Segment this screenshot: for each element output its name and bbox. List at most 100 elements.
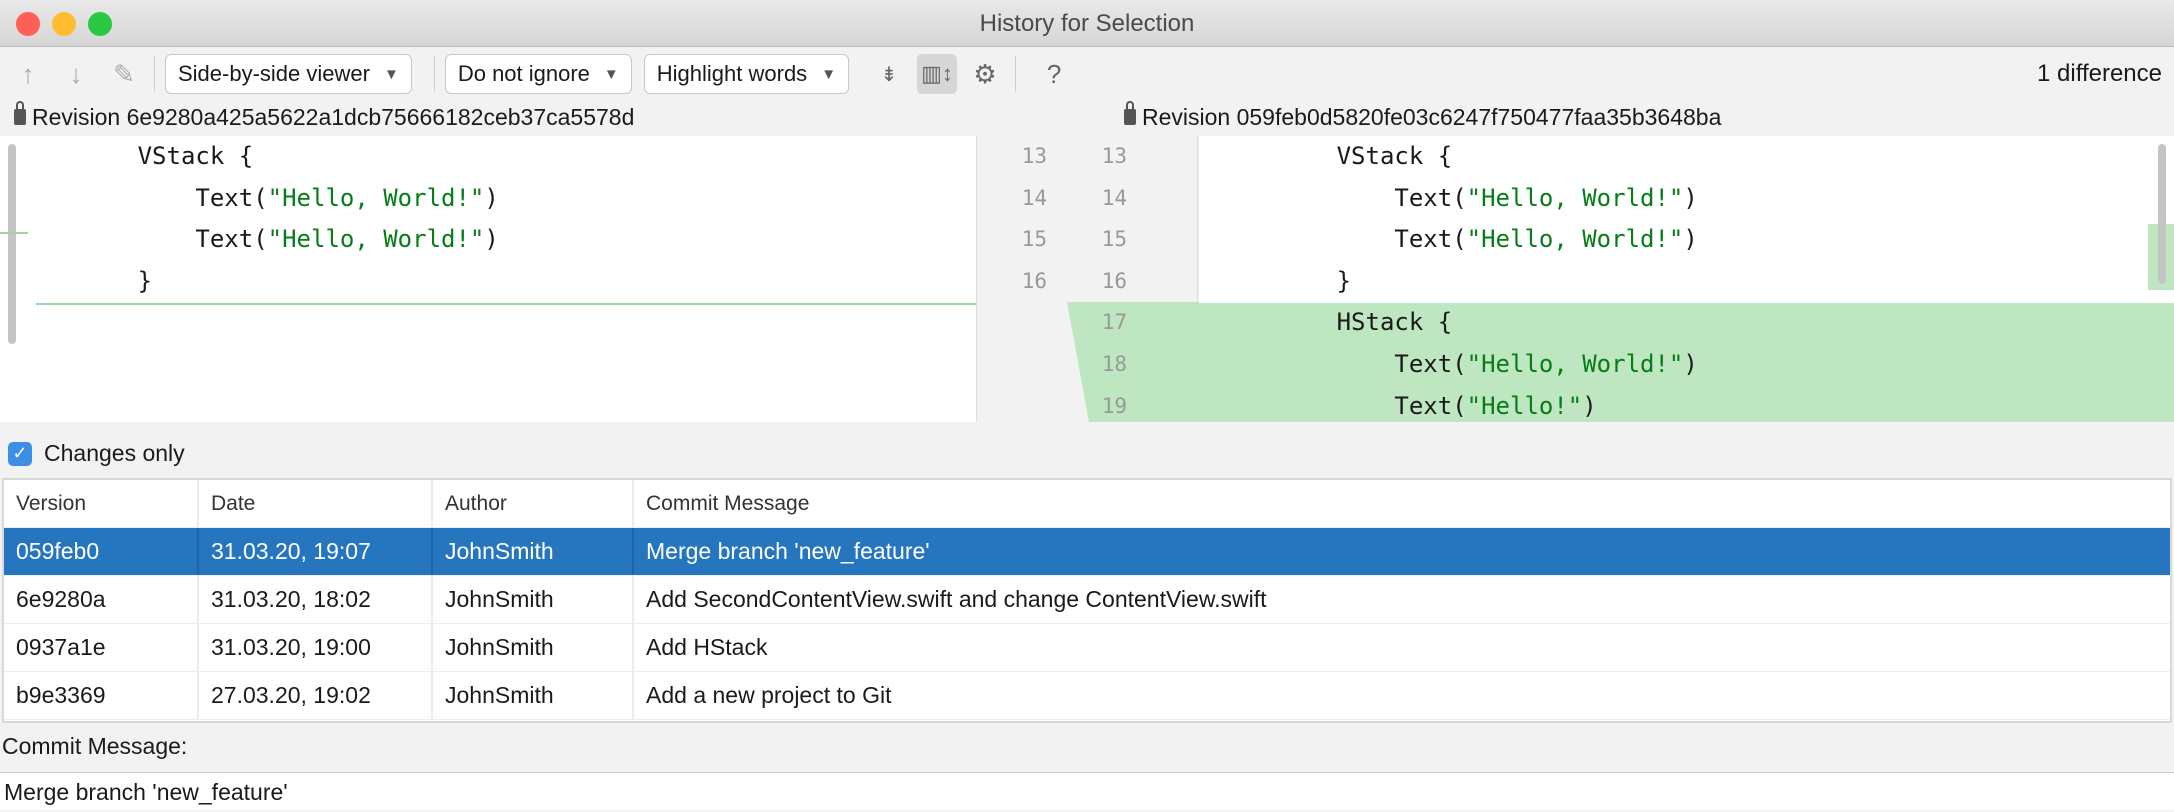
message-cell: Add HStack	[646, 634, 768, 660]
divider	[154, 56, 155, 92]
code-text: VStack {	[1336, 142, 1453, 170]
minimize-window-button[interactable]	[52, 12, 76, 36]
code-text: Text(	[1394, 349, 1467, 378]
version-cell: 0937a1e	[4, 624, 199, 671]
table-header: Version Date Author Commit Message	[4, 480, 2170, 528]
right-line-number: 15	[1101, 227, 1127, 252]
changes-only-label: Changes only	[44, 440, 185, 466]
date-cell: 31.03.20, 19:07	[199, 528, 433, 575]
version-cell: b9e3369	[4, 672, 199, 719]
table-row[interactable]: b9e3369 27.03.20, 19:02 JohnSmith Add a …	[4, 672, 2170, 720]
column-header-commit-message[interactable]: Commit Message	[634, 480, 2170, 527]
left-scrollbar[interactable]	[8, 144, 16, 344]
gear-icon[interactable]: ⚙	[965, 54, 1005, 94]
left-line-number: 15	[1021, 227, 1047, 252]
right-line-number: 16	[1101, 268, 1127, 293]
right-line-number: 13	[1101, 144, 1127, 168]
right-line-number: 19	[1101, 393, 1127, 418]
table-row[interactable]: 6e9280a 31.03.20, 18:02 JohnSmith Add Se…	[4, 576, 2170, 624]
column-header-date[interactable]: Date	[199, 480, 433, 527]
code-line: }	[1199, 261, 2174, 303]
ignore-select[interactable]: Do not ignore ▼	[444, 54, 632, 94]
ignore-select-value: Do not ignore	[457, 61, 590, 86]
history-table: Version Date Author Commit Message 059fe…	[2, 478, 2172, 723]
help-icon[interactable]: ?	[1034, 54, 1074, 94]
window-title: History for Selection	[979, 10, 1195, 37]
viewer-select[interactable]: Side-by-side viewer ▼	[165, 54, 412, 94]
column-header-version[interactable]: Version	[4, 480, 199, 527]
author-cell: JohnSmith	[433, 576, 634, 623]
code-text: Text(	[195, 183, 268, 212]
code-text: )	[1683, 183, 1698, 212]
author-cell: JohnSmith	[433, 528, 634, 575]
string-literal: "Hello!"	[1466, 391, 1583, 420]
divider	[433, 56, 435, 92]
version-cell: 6e9280a	[4, 576, 199, 623]
commit-message-label: Commit Message:	[2, 733, 188, 759]
table-row[interactable]: 0937a1e 31.03.20, 19:00 JohnSmith Add HS…	[4, 624, 2170, 672]
message-cell: Add SecondContentView.swift and change C…	[646, 586, 1267, 612]
viewer-select-value: Side-by-side viewer	[178, 61, 370, 86]
code-line: VStack {	[1199, 136, 2174, 178]
right-editor[interactable]: VStack { Text("Hello, World!") Text("Hel…	[1199, 136, 2174, 422]
author-cell: JohnSmith	[433, 672, 634, 719]
code-text: HStack {	[1336, 308, 1453, 337]
chevron-down-icon: ▼	[821, 65, 837, 83]
code-text: }	[1336, 266, 1352, 295]
code-line: Text("Hello, World!")	[1199, 219, 2174, 261]
zoom-window-button[interactable]	[88, 12, 112, 36]
column-header-author[interactable]: Author	[433, 480, 634, 527]
previous-difference-icon[interactable]: ↑	[8, 54, 48, 94]
next-difference-icon[interactable]: ↓	[56, 54, 96, 94]
title-bar: History for Selection	[0, 0, 2174, 47]
code-text: VStack {	[137, 142, 254, 170]
string-literal: "Hello, World!"	[267, 225, 485, 254]
left-line-number: 13	[1021, 144, 1047, 168]
sync-scroll-icon[interactable]: ▥↕	[917, 54, 958, 94]
message-cell: Add a new project to Git	[646, 682, 892, 708]
edit-icon[interactable]: ✎	[104, 54, 144, 94]
lock-icon	[14, 100, 26, 125]
left-revision: Revision 6e9280a425a5622a1dcb75666182ceb…	[32, 104, 635, 130]
code-text: )	[1683, 225, 1698, 254]
lock-icon	[1124, 100, 1136, 125]
string-literal: "Hello, World!"	[1466, 225, 1684, 254]
toolbar: ↑ ↓ ✎ Side-by-side viewer ▼ Do not ignore…	[0, 48, 2174, 100]
highlight-select[interactable]: Highlight words ▼	[643, 54, 850, 94]
code-text: Text(	[195, 225, 268, 254]
left-editor[interactable]: VStack { Text("Hello, World!") Text("Hel…	[0, 136, 976, 422]
code-line: Text("Hello, World!")	[22, 219, 976, 261]
right-revision: Revision 059feb0d5820fe03c6247f750477faa…	[1142, 104, 1722, 130]
code-line: HStack {	[1199, 302, 2174, 344]
version-cell: 059feb0	[4, 528, 199, 575]
code-text: }	[137, 266, 153, 295]
string-literal: "Hello, World!"	[267, 183, 485, 212]
close-window-button[interactable]	[16, 12, 40, 36]
chevron-down-icon: ▼	[603, 65, 619, 83]
right-scrollbar[interactable]	[2158, 144, 2166, 284]
code-text: )	[1683, 349, 1698, 378]
right-line-number: 17	[1101, 310, 1127, 335]
right-line-number: 14	[1101, 185, 1127, 210]
left-revision-header: Revision 6e9280a425a5622a1dcb75666182ceb…	[14, 100, 634, 135]
commit-message-field[interactable]: Merge branch 'new_feature'	[0, 772, 2174, 810]
collapse-unchanged-icon[interactable]: ⇟	[869, 54, 909, 94]
right-code: VStack { Text("Hello, World!") Text("Hel…	[1199, 136, 2174, 422]
difference-count: 1 difference	[2037, 60, 2162, 87]
right-line-number: 18	[1101, 352, 1127, 376]
code-line: Text("Hello, World!")	[1199, 344, 2174, 386]
divider	[1015, 56, 1017, 92]
table-row[interactable]: 059feb0 31.03.20, 19:07 JohnSmith Merge …	[4, 528, 2170, 576]
chevron-down-icon: ▼	[383, 65, 399, 83]
changes-only-checkbox[interactable]: ✓ Changes only	[8, 440, 185, 467]
date-cell: 31.03.20, 18:02	[199, 576, 433, 623]
left-code: VStack { Text("Hello, World!") Text("Hel…	[22, 136, 976, 302]
